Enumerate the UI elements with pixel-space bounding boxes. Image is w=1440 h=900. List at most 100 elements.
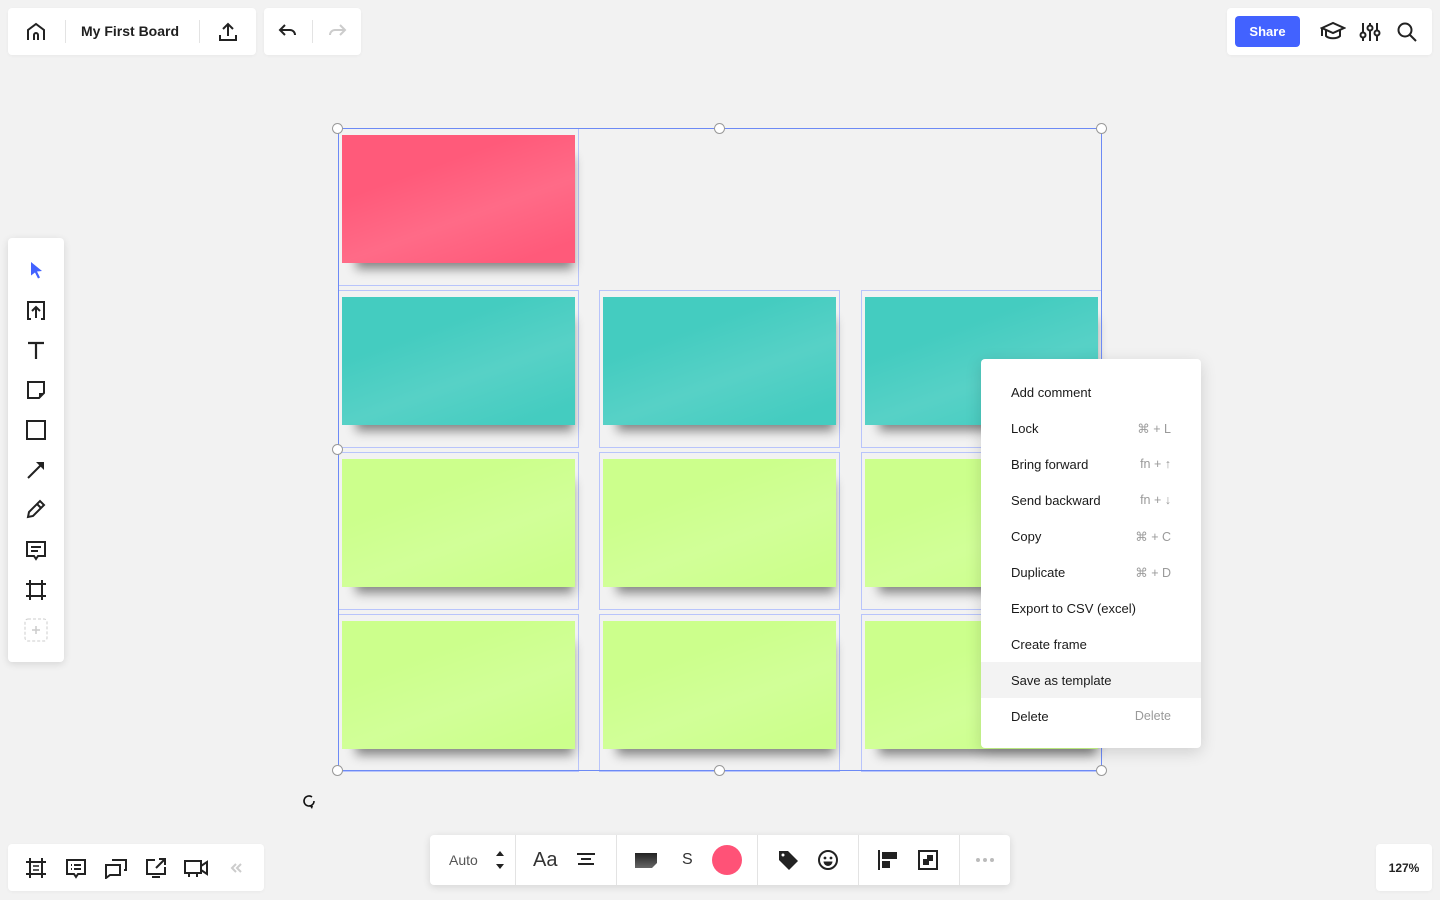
menu-item-copy[interactable]: Copy ⌘ + C bbox=[981, 518, 1201, 554]
undo-button[interactable] bbox=[272, 16, 304, 48]
zoom-level[interactable]: 127% bbox=[1376, 844, 1432, 891]
sticky-note-frame bbox=[599, 614, 840, 772]
sticky-note[interactable] bbox=[342, 297, 575, 425]
rotate-handle-icon[interactable] bbox=[300, 792, 318, 815]
tool-frame[interactable] bbox=[20, 574, 52, 606]
sticky-note[interactable] bbox=[603, 459, 836, 587]
bottom-left-toolbar bbox=[8, 844, 264, 891]
home-button[interactable] bbox=[20, 16, 52, 48]
menu-item-save-as-template[interactable]: Save as template bbox=[981, 662, 1201, 698]
tag-button[interactable] bbox=[772, 844, 804, 876]
redo-button[interactable] bbox=[321, 16, 353, 48]
learning-center-button[interactable] bbox=[1317, 16, 1349, 48]
menu-item-label: Delete bbox=[1011, 708, 1049, 724]
tool-select[interactable] bbox=[20, 254, 52, 286]
sticky-note[interactable] bbox=[342, 135, 575, 263]
share-button[interactable]: Share bbox=[1235, 16, 1300, 47]
resize-handle-top-left[interactable] bbox=[332, 123, 343, 134]
align-objects-icon bbox=[877, 849, 899, 871]
resize-handle-bottom-left[interactable] bbox=[332, 765, 343, 776]
group-button[interactable] bbox=[912, 844, 944, 876]
tool-connection-line[interactable] bbox=[20, 454, 52, 486]
context-menu: Add comment Lock ⌘ + L Bring forward fn + ↑ S… bbox=[981, 359, 1201, 748]
menu-item-delete[interactable]: Delete Delete bbox=[981, 698, 1201, 734]
cursor-icon bbox=[26, 260, 46, 280]
resize-handle-left[interactable] bbox=[332, 444, 343, 455]
tool-text[interactable] bbox=[20, 334, 52, 366]
tool-shape[interactable] bbox=[20, 414, 52, 446]
emoji-icon bbox=[817, 849, 839, 871]
video-icon bbox=[183, 857, 209, 879]
menu-item-label: Create frame bbox=[1011, 636, 1087, 652]
sticky-note[interactable] bbox=[342, 621, 575, 749]
settings-button[interactable] bbox=[1354, 16, 1386, 48]
chat-icon bbox=[104, 857, 128, 879]
home-icon bbox=[25, 21, 47, 43]
sticky-size-button[interactable]: S bbox=[682, 835, 693, 885]
tool-comment[interactable] bbox=[20, 534, 52, 566]
menu-item-lock[interactable]: Lock ⌘ + L bbox=[981, 410, 1201, 446]
text-align-button[interactable] bbox=[570, 844, 602, 876]
menu-item-shortcut: ⌘ + L bbox=[1137, 421, 1171, 436]
align-objects-button[interactable] bbox=[872, 844, 904, 876]
menu-item-label: Save as template bbox=[1011, 672, 1112, 688]
upload-icon bbox=[217, 21, 239, 43]
align-center-icon bbox=[576, 851, 596, 869]
menu-item-shortcut: fn + ↑ bbox=[1140, 457, 1171, 471]
tool-pen[interactable] bbox=[20, 493, 52, 525]
divider bbox=[959, 835, 960, 885]
comments-button[interactable] bbox=[60, 852, 92, 884]
sticky-note[interactable] bbox=[603, 621, 836, 749]
sticky-note[interactable] bbox=[603, 297, 836, 425]
resize-handle-bottom-right[interactable] bbox=[1096, 765, 1107, 776]
resize-handle-bottom[interactable] bbox=[714, 765, 725, 776]
export-button[interactable] bbox=[212, 16, 244, 48]
resize-handle-top-right[interactable] bbox=[1096, 123, 1107, 134]
menu-item-bring-forward[interactable]: Bring forward fn + ↑ bbox=[981, 446, 1201, 482]
frames-button[interactable] bbox=[20, 852, 52, 884]
rectangle-icon bbox=[25, 419, 47, 441]
text-icon bbox=[25, 339, 47, 361]
divider bbox=[616, 835, 617, 885]
tool-more[interactable] bbox=[20, 614, 52, 646]
menu-item-send-backward[interactable]: Send backward fn + ↓ bbox=[981, 482, 1201, 518]
sticky-note[interactable] bbox=[342, 459, 575, 587]
tool-sticky-note[interactable] bbox=[20, 374, 52, 406]
emoji-button[interactable] bbox=[812, 844, 844, 876]
tag-icon bbox=[777, 849, 799, 871]
sticky-note-frame bbox=[338, 452, 579, 610]
collapse-button[interactable] bbox=[220, 852, 252, 884]
menu-item-shortcut: ⌘ + D bbox=[1135, 565, 1171, 580]
search-button[interactable] bbox=[1391, 16, 1423, 48]
board-header: My First Board bbox=[8, 8, 256, 55]
board-canvas[interactable] bbox=[0, 0, 1440, 900]
font-size-value[interactable]: Auto bbox=[449, 835, 478, 885]
color-picker-button[interactable] bbox=[712, 845, 742, 875]
video-button[interactable] bbox=[180, 852, 212, 884]
menu-item-label: Bring forward bbox=[1011, 456, 1089, 472]
frame-icon bbox=[25, 579, 47, 601]
more-options-button[interactable] bbox=[969, 844, 1001, 876]
menu-item-create-frame[interactable]: Create frame bbox=[981, 626, 1201, 662]
chat-button[interactable] bbox=[100, 852, 132, 884]
menu-item-shortcut: fn + ↓ bbox=[1140, 493, 1171, 507]
stepper-arrows-icon bbox=[494, 848, 506, 872]
sticky-note-frame bbox=[338, 128, 579, 286]
upload-frame-icon bbox=[25, 299, 47, 321]
menu-item-label: Export to CSV (excel) bbox=[1011, 600, 1136, 616]
menu-item-duplicate[interactable]: Duplicate ⌘ + D bbox=[981, 554, 1201, 590]
sticky-shape-button[interactable] bbox=[630, 844, 662, 876]
resize-handle-top[interactable] bbox=[714, 123, 725, 134]
menu-item-export-to-csv-excel[interactable]: Export to CSV (excel) bbox=[981, 590, 1201, 626]
sticky-note-icon bbox=[25, 379, 47, 401]
share-screen-button[interactable] bbox=[140, 852, 172, 884]
menu-item-add-comment[interactable]: Add comment bbox=[981, 374, 1201, 410]
board-title[interactable]: My First Board bbox=[81, 8, 179, 55]
settings-sliders-icon bbox=[1359, 21, 1381, 43]
sticky-note-frame bbox=[599, 290, 840, 448]
comment-icon bbox=[25, 539, 47, 561]
tool-upload[interactable] bbox=[20, 294, 52, 326]
frames-icon bbox=[25, 857, 47, 879]
font-button[interactable]: Aa bbox=[533, 835, 557, 885]
font-size-stepper[interactable] bbox=[484, 844, 516, 876]
